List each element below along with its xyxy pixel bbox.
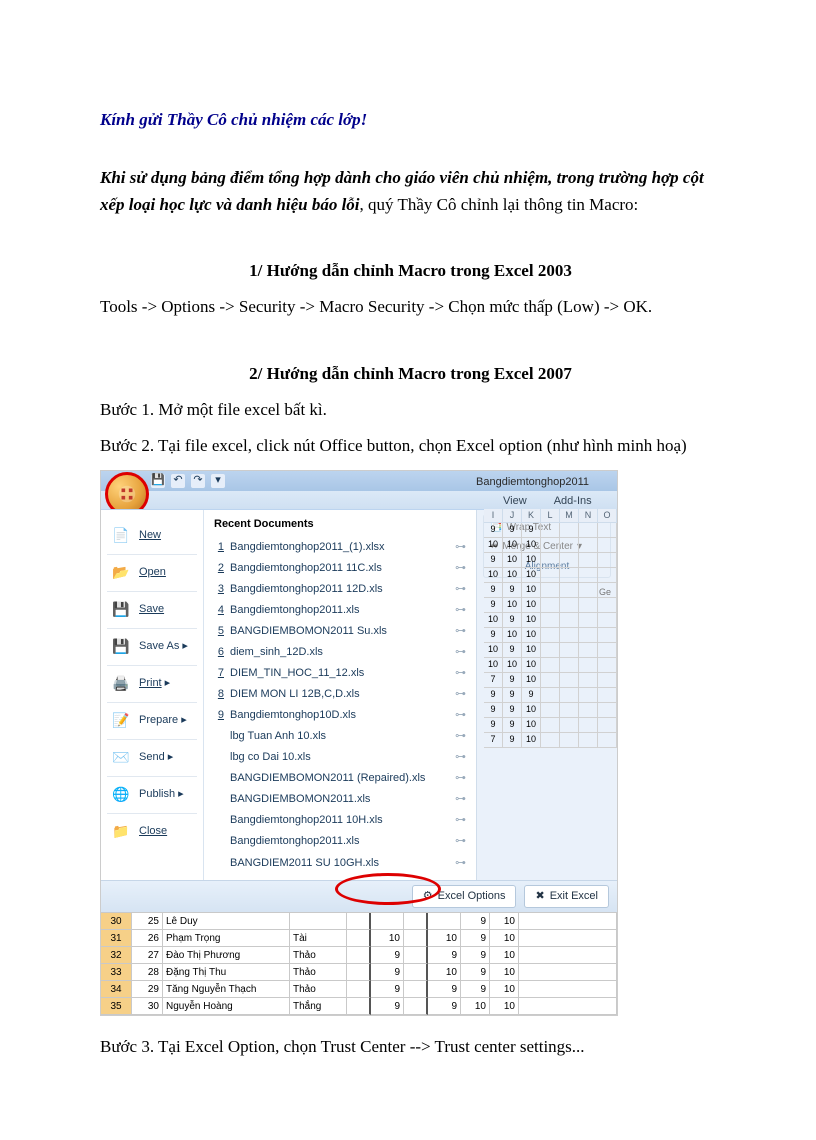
menu-send[interactable]: ✉️Send ▸ [107, 742, 197, 774]
column-headers: IJKLMNO [484, 509, 617, 523]
recent-item[interactable]: lbg co Dai 10.xls⊶ [214, 747, 466, 768]
section1-text: Tools -> Options -> Security -> Macro Se… [100, 294, 721, 320]
table-row[interactable]: 3328Đặng Thị ThuThảo910910 [101, 964, 617, 981]
pin-icon[interactable]: ⊶ [455, 581, 466, 598]
recent-item[interactable]: 5BANGDIEMBOMON2011 Su.xls⊶ [214, 621, 466, 642]
recent-item[interactable]: 3Bangdiemtonghop2011 12D.xls⊶ [214, 579, 466, 600]
pin-icon[interactable]: ⊶ [455, 644, 466, 661]
prepare-icon: 📝 [111, 711, 131, 731]
recent-item[interactable]: Bangdiemtonghop2011 10H.xls⊶ [214, 810, 466, 831]
recent-item[interactable]: 8DIEM MON LI 12B,C,D.xls⊶ [214, 684, 466, 705]
recent-item[interactable]: 9Bangdiemtonghop10D.xls⊶ [214, 705, 466, 726]
recent-item[interactable]: Bangdiemtonghop2011.xls⊶ [214, 831, 466, 852]
section1-heading: 1/ Hướng dẫn chỉnh Macro trong Excel 200… [100, 258, 721, 284]
worksheet: 3025Lê Duy9103126Phạm TrọngTài1010910322… [101, 912, 617, 1015]
pin-icon[interactable]: ⊶ [455, 749, 466, 766]
pin-icon[interactable]: ⊶ [455, 791, 466, 808]
open-icon: 📂 [111, 563, 131, 583]
pin-icon[interactable]: ⊶ [455, 539, 466, 556]
recent-item[interactable]: lbg Tuan Anh 10.xls⊶ [214, 726, 466, 747]
office-orb-icon [116, 483, 138, 505]
excel-screenshot: 💾 ↶ ↷ ▾ Bangdiemtonghop2011 View Add-Ins… [100, 470, 618, 1016]
recent-item[interactable]: 1Bangdiemtonghop2011_(1).xlsx⊶ [214, 537, 466, 558]
step3-text: Bước 3. Tại Excel Option, chọn Trust Cen… [100, 1034, 721, 1060]
ribbon-tabs: View Add-Ins [101, 491, 617, 509]
recent-item[interactable]: 4Bangdiemtonghop2011.xls⊶ [214, 600, 466, 621]
menu-close[interactable]: 📁Close [107, 816, 197, 848]
exit-excel-button[interactable]: ✖Exit Excel [524, 885, 609, 908]
excel-options-button[interactable]: ⚙Excel Options [412, 885, 517, 908]
undo-icon[interactable]: ↶ [171, 474, 185, 488]
menu-saveas[interactable]: 💾Save As ▸ [107, 631, 197, 663]
pin-icon[interactable]: ⊶ [455, 602, 466, 619]
pin-icon[interactable]: ⊶ [455, 623, 466, 640]
office-menu-footer: ⚙Excel Options ✖Exit Excel [101, 880, 617, 912]
recent-item[interactable]: BANGDIEMBOMON2011 (Repaired).xls⊶ [214, 768, 466, 789]
menu-save[interactable]: 💾Save [107, 594, 197, 626]
save-icon[interactable]: 💾 [151, 474, 165, 488]
intro-paragraph: Khi sử dụng bảng điểm tổng hợp dành cho … [100, 165, 721, 218]
table-row[interactable]: 3227Đào Thị PhươngThảo99910 [101, 947, 617, 964]
table-row[interactable]: 3025Lê Duy910 [101, 913, 617, 930]
pin-icon[interactable]: ⊶ [455, 855, 466, 872]
menu-open[interactable]: 📂Open [107, 557, 197, 589]
visible-grid: 9991010109101010101099109101010910910101… [484, 523, 617, 748]
recent-item[interactable]: BANGDIEM2011 SU 10GH.xls⊶ [214, 853, 466, 874]
quick-access-toolbar: 💾 ↶ ↷ ▾ [151, 474, 225, 488]
pin-icon[interactable]: ⊶ [455, 812, 466, 829]
intro-tail: , quý Thầy Cô chỉnh lại thông tin Macro: [360, 195, 639, 214]
window-title: Bangdiemtonghop2011 [476, 474, 589, 491]
close-icon: 📁 [111, 822, 131, 842]
exit-icon: ✖ [535, 888, 544, 905]
titlebar: 💾 ↶ ↷ ▾ Bangdiemtonghop2011 [101, 471, 617, 491]
office-menu-left: 📄New 📂Open 💾Save 💾Save As ▸ 🖨️Print ▸ 📝P… [101, 510, 204, 880]
pin-icon[interactable]: ⊶ [455, 686, 466, 703]
recent-item[interactable]: 6diem_sinh_12D.xls⊶ [214, 642, 466, 663]
pin-icon[interactable]: ⊶ [455, 560, 466, 577]
saveas-icon: 💾 [111, 637, 131, 657]
pin-icon[interactable]: ⊶ [455, 833, 466, 850]
menu-new[interactable]: 📄New [107, 520, 197, 552]
table-row[interactable]: 3530Nguyễn HoàngThắng991010 [101, 998, 617, 1015]
step2-text: Bước 2. Tại file excel, click nút Office… [100, 433, 721, 459]
redo-icon[interactable]: ↷ [191, 474, 205, 488]
save-icon: 💾 [111, 600, 131, 620]
pin-icon[interactable]: ⊶ [455, 770, 466, 787]
print-icon: 🖨️ [111, 674, 131, 694]
section2-heading: 2/ Hướng dẫn chỉnh Macro trong Excel 200… [100, 361, 721, 387]
greeting-text: Kính gửi Thầy Cô chủ nhiệm các lớp! [100, 107, 721, 133]
new-icon: 📄 [111, 526, 131, 546]
options-icon: ⚙ [423, 888, 433, 905]
recent-header: Recent Documents [214, 516, 466, 533]
recent-item[interactable]: 2Bangdiemtonghop2011 11C.xls⊶ [214, 558, 466, 579]
publish-icon: 🌐 [111, 785, 131, 805]
menu-prepare[interactable]: 📝Prepare ▸ [107, 705, 197, 737]
step1-text: Bước 1. Mở một file excel bất kì. [100, 397, 721, 423]
pin-icon[interactable]: ⊶ [455, 665, 466, 682]
recent-item[interactable]: 7DIEM_TIN_HOC_11_12.xls⊶ [214, 663, 466, 684]
table-row[interactable]: 3126Phạm TrọngTài1010910 [101, 930, 617, 947]
pin-icon[interactable]: ⊶ [455, 728, 466, 745]
menu-publish[interactable]: 🌐Publish ▸ [107, 779, 197, 811]
table-row[interactable]: 3429Tăng Nguyễn ThạchThảo99910 [101, 981, 617, 998]
send-icon: ✉️ [111, 748, 131, 768]
pin-icon[interactable]: ⊶ [455, 707, 466, 724]
recent-documents: Recent Documents 1Bangdiemtonghop2011_(1… [204, 510, 476, 880]
menu-print[interactable]: 🖨️Print ▸ [107, 668, 197, 700]
qat-dropdown-icon[interactable]: ▾ [211, 474, 225, 488]
recent-item[interactable]: BANGDIEMBOMON2011.xls⊶ [214, 789, 466, 810]
